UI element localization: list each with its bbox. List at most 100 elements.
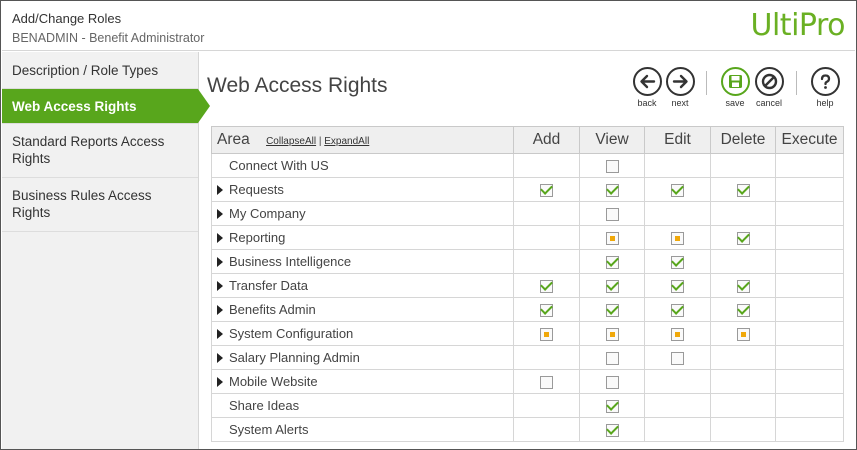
view-checkbox[interactable] [605, 256, 619, 270]
delete-checkbox[interactable] [736, 304, 750, 318]
add-checkbox[interactable] [540, 280, 553, 294]
delete-cell [710, 201, 776, 226]
delete-cell [710, 225, 776, 250]
add-checkbox[interactable] [540, 376, 553, 390]
table-row: Benefits Admin [211, 297, 844, 322]
area-name: Share Ideas [229, 398, 300, 413]
edit-checkbox[interactable] [671, 256, 684, 270]
view-checkbox[interactable] [605, 328, 619, 342]
area-name: My Company [229, 206, 306, 221]
expand-triangle-icon[interactable] [217, 281, 223, 291]
expand-triangle-icon[interactable] [217, 257, 223, 267]
delete-cell [710, 321, 776, 346]
help-question-icon [810, 67, 840, 96]
view-checkbox[interactable] [605, 304, 619, 318]
edit-cell [644, 177, 711, 202]
table-row: Mobile Website [211, 369, 844, 394]
view-checkbox[interactable] [605, 400, 619, 414]
sidebar-item-label: Description / Role Types [12, 63, 159, 78]
sidebar-item-business-rules-access-rights[interactable]: Business Rules Access Rights [2, 178, 198, 232]
view-checkbox[interactable] [605, 352, 619, 366]
add-checkbox[interactable] [540, 304, 553, 318]
view-checkbox[interactable] [605, 280, 619, 294]
cancel-button[interactable]: cancel [752, 67, 786, 108]
expand-triangle-icon[interactable] [217, 233, 223, 243]
sidebar-item-standard-reports-access-rights[interactable]: Standard Reports Access Rights [2, 124, 198, 178]
collapse-expand-controls: CollapseAll | ExpandAll [266, 136, 369, 147]
view-cell [579, 201, 645, 226]
next-label: next [671, 98, 689, 108]
delete-checkbox[interactable] [736, 184, 750, 198]
ultipro-logo: UltiPro [750, 8, 846, 43]
add-cell [513, 345, 580, 370]
delete-checkbox[interactable] [736, 328, 750, 342]
delete-cell [710, 249, 776, 274]
edit-cell [644, 297, 711, 322]
sidebar-item-web-access-rights[interactable]: Web Access Rights [2, 89, 210, 124]
edit-checkbox[interactable] [671, 280, 684, 294]
edit-checkbox[interactable] [671, 184, 684, 198]
edit-checkbox[interactable] [671, 352, 684, 366]
expand-triangle-icon[interactable] [217, 353, 223, 363]
header-subtitle: BENADMIN - Benefit Administrator [12, 31, 205, 45]
area-name: Business Intelligence [229, 254, 352, 269]
area-cell: System Configuration [211, 321, 514, 346]
execute-cell [775, 321, 844, 346]
help-label: help [816, 98, 834, 108]
add-checkbox[interactable] [540, 184, 553, 198]
table-header-row: Area CollapseAll | ExpandAll Add View Ed… [211, 126, 844, 154]
view-checkbox[interactable] [605, 184, 619, 198]
execute-cell [775, 393, 844, 418]
view-cell [579, 369, 645, 394]
area-name: Mobile Website [229, 374, 318, 389]
view-cell [579, 417, 645, 442]
edit-checkbox[interactable] [671, 304, 684, 318]
sidebar-item-label: Web Access Rights [12, 99, 137, 114]
edit-cell [644, 417, 711, 442]
view-checkbox[interactable] [605, 208, 619, 222]
view-cell [579, 297, 645, 322]
view-checkbox[interactable] [605, 160, 619, 174]
execute-cell [775, 345, 844, 370]
sidebar-item-label: Business Rules Access Rights [12, 188, 152, 220]
table-row: My Company [211, 201, 844, 226]
delete-checkbox[interactable] [736, 280, 750, 294]
expand-all-link[interactable]: ExpandAll [324, 136, 369, 147]
area-name: Connect With US [229, 158, 329, 173]
area-cell: Share Ideas [211, 393, 514, 418]
add-checkbox[interactable] [540, 328, 553, 342]
area-cell: Reporting [211, 225, 514, 250]
view-checkbox[interactable] [605, 232, 619, 246]
back-button[interactable]: back [630, 67, 664, 108]
expand-triangle-icon[interactable] [217, 329, 223, 339]
execute-cell [775, 153, 844, 178]
add-cell [513, 393, 580, 418]
delete-checkbox[interactable] [736, 232, 750, 246]
expand-triangle-icon[interactable] [217, 305, 223, 315]
view-cell [579, 225, 645, 250]
edit-cell [644, 225, 711, 250]
help-button[interactable]: help [808, 67, 842, 108]
expand-triangle-icon[interactable] [217, 209, 223, 219]
view-checkbox[interactable] [605, 376, 619, 390]
area-cell: Requests [211, 177, 514, 202]
expand-triangle-icon[interactable] [217, 185, 223, 195]
table-row: Reporting [211, 225, 844, 250]
table-row: Connect With US [211, 153, 844, 178]
next-button[interactable]: next [663, 67, 697, 108]
save-button[interactable]: save [718, 67, 752, 108]
sidebar-item-description-role-types[interactable]: Description / Role Types [2, 52, 198, 89]
area-cell: Business Intelligence [211, 249, 514, 274]
expand-triangle-icon[interactable] [217, 377, 223, 387]
view-checkbox[interactable] [605, 424, 619, 438]
edit-cell [644, 249, 711, 274]
collapse-all-link[interactable]: CollapseAll [266, 136, 316, 147]
view-cell [579, 345, 645, 370]
edit-checkbox[interactable] [671, 232, 684, 246]
execute-cell [775, 417, 844, 442]
edit-cell [644, 273, 711, 298]
header-title: Add/Change Roles [12, 11, 122, 26]
cancel-circle-icon [754, 67, 784, 96]
edit-cell [644, 201, 711, 226]
edit-checkbox[interactable] [671, 328, 684, 342]
